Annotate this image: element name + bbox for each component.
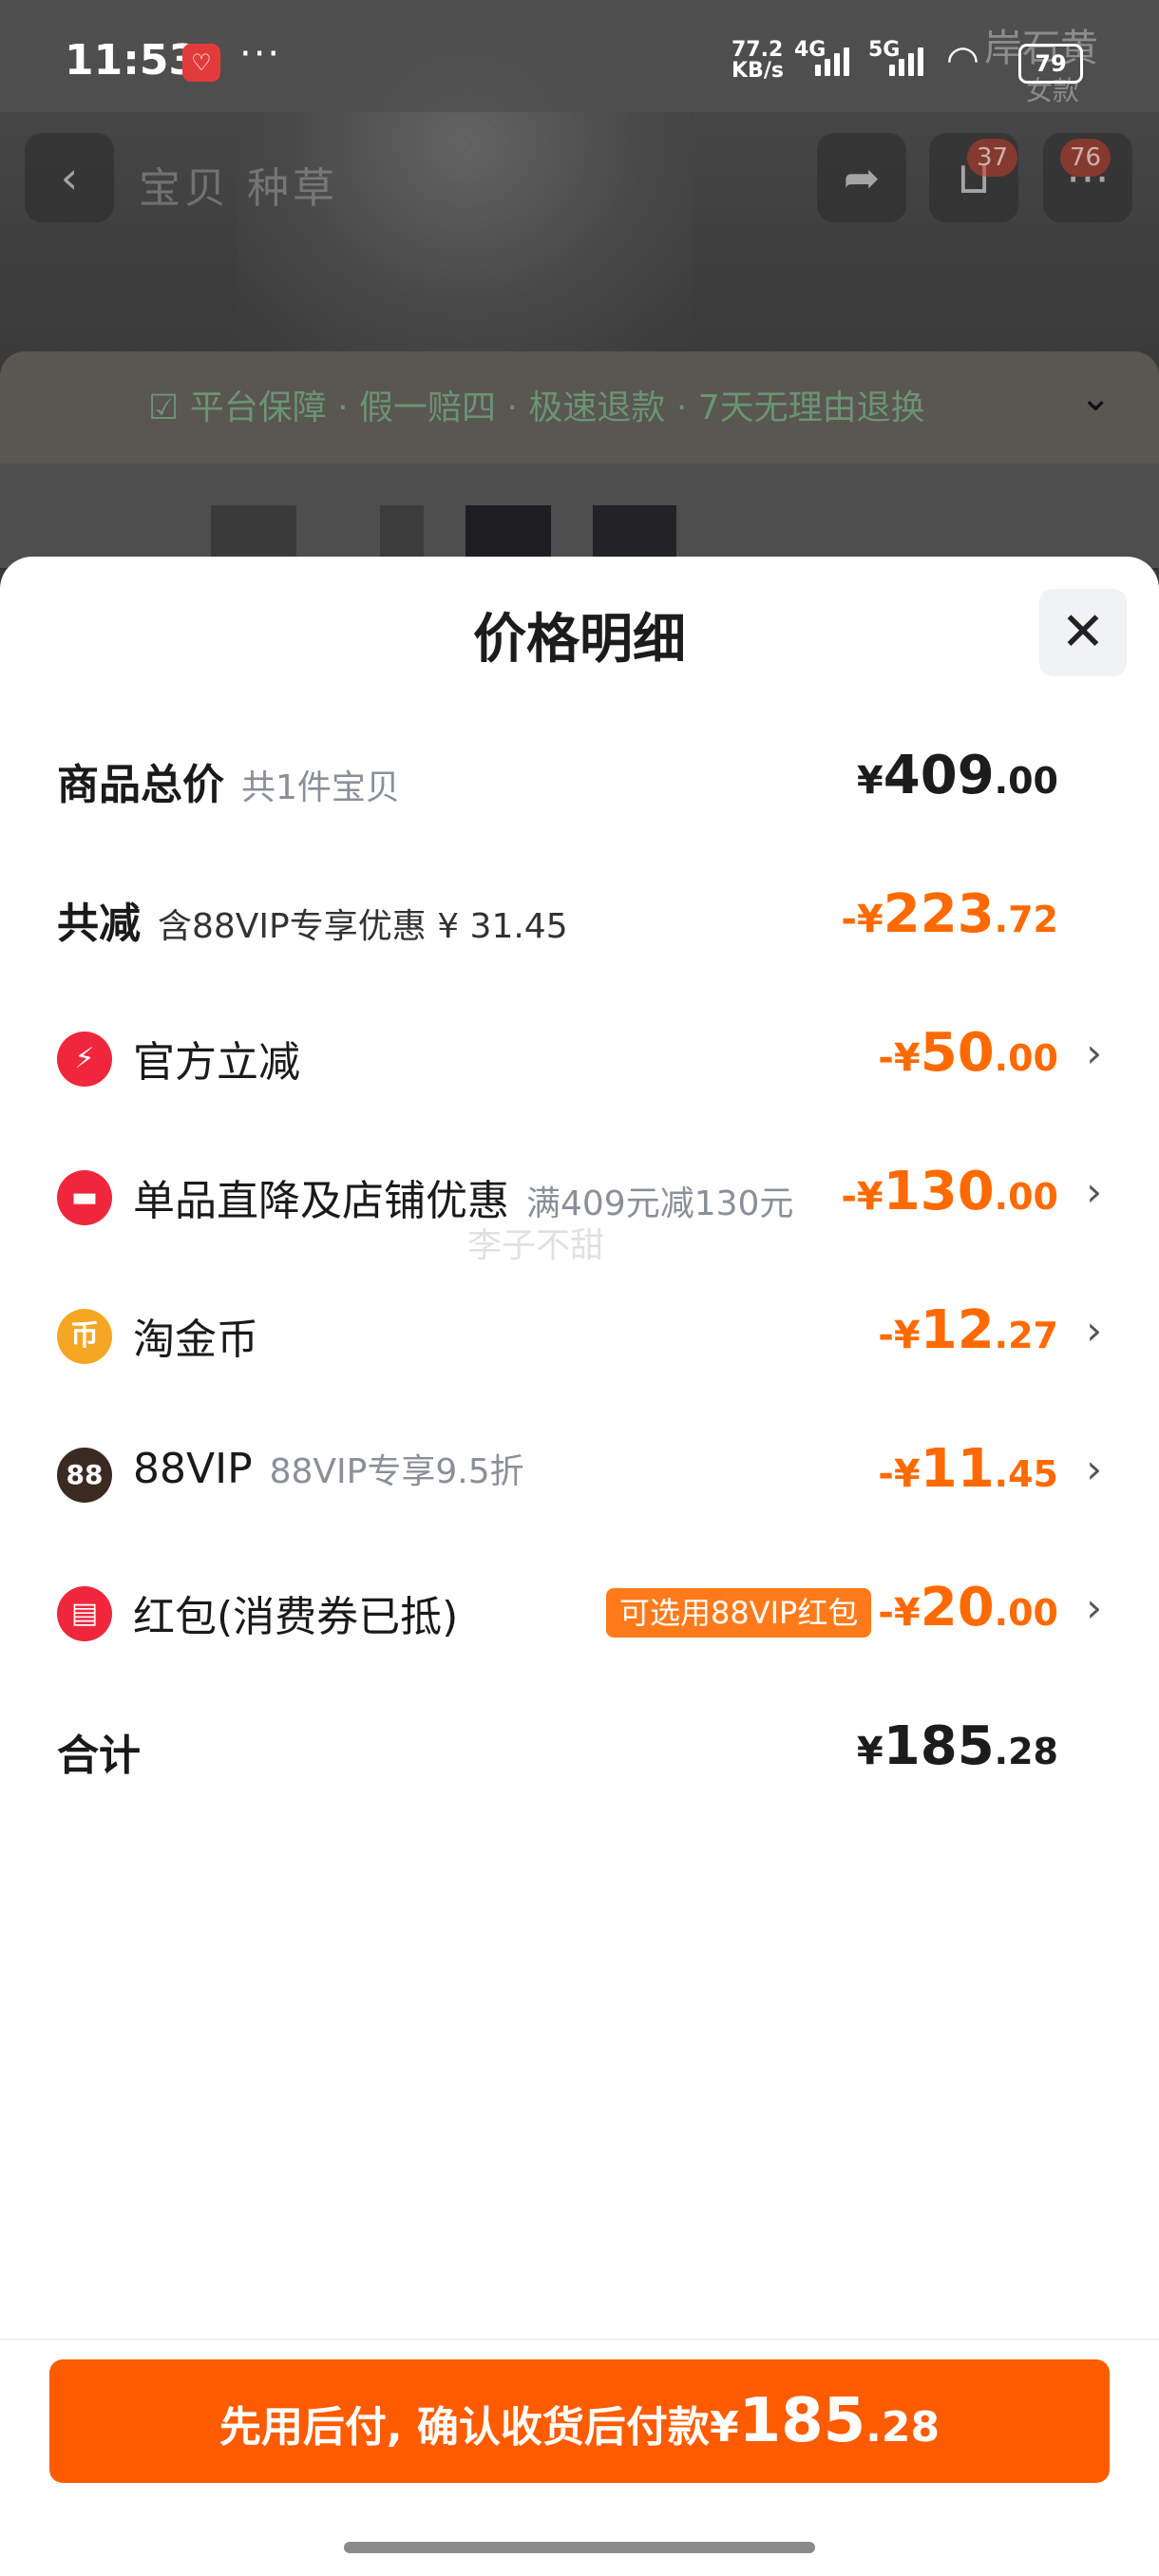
- signal-icon: [815, 47, 849, 76]
- variant-label: 岸石黄: [984, 27, 1098, 70]
- watermark: 李子不甜: [467, 1226, 605, 1265]
- collapse-chevron-icon[interactable]: ⌄: [1079, 376, 1112, 420]
- coin-icon: 币: [57, 1309, 112, 1364]
- coins-amount: -¥12.27: [878, 1299, 1058, 1361]
- status-time: 11:53: [65, 36, 199, 85]
- chevron-right-icon: ›: [1086, 1168, 1102, 1215]
- sku-thumbnails: [0, 464, 1159, 568]
- sheet-title: 价格明细: [473, 609, 686, 671]
- lightning-icon: ⚡: [57, 1032, 112, 1087]
- row-grand-total: 合计 ¥185.28: [0, 1698, 1159, 1793]
- variant-sublabel: 女款: [1026, 75, 1080, 106]
- chevron-right-icon: ›: [1086, 1446, 1102, 1492]
- nav-tabs[interactable]: 宝贝 种草: [139, 154, 338, 215]
- status-bar: 11:53 ♡ ··· 77.2 KB/s 4G 5G ◠ 79 岸石黄 女款: [0, 0, 1159, 112]
- product-nav-bar: ‹ 宝贝 种草 ➦ ⊔ 37 ⋯ 76: [0, 133, 1159, 228]
- shop-discount-amount: -¥130.00: [841, 1161, 1058, 1222]
- row-label: 淘金币: [133, 1316, 258, 1364]
- chevron-right-icon: ›: [1086, 1307, 1102, 1354]
- row-total-goods-price: 商品总价 共1件宝贝 ¥409.00: [0, 728, 1159, 823]
- signal-icon: [889, 47, 923, 76]
- network-speed: 77.2 KB/s: [732, 38, 784, 83]
- sku-thumbnail[interactable]: [211, 505, 296, 557]
- share-button[interactable]: ➦: [817, 133, 906, 222]
- vip-rate-note: 88VIP专享9.5折: [269, 1452, 524, 1491]
- close-button[interactable]: ✕: [1039, 589, 1127, 676]
- pay-later-button[interactable]: 先用后付, 确认收货后付款¥185.28: [49, 2359, 1110, 2483]
- vip-discount-note: 含88VIP专享优惠 ¥ 31.45: [158, 907, 568, 946]
- row-label: 88VIP 88VIP专享9.5折: [133, 1445, 524, 1493]
- item-count: 共1件宝贝: [241, 768, 400, 807]
- row-total-discount: 共减 含88VIP专享优惠 ¥ 31.45 -¥223.72: [0, 866, 1159, 961]
- grand-total-amount: ¥185.28: [856, 1715, 1058, 1777]
- vip-discount-amount: -¥11.45: [878, 1438, 1058, 1500]
- vip-icon: 88: [57, 1448, 112, 1503]
- guarantee-text: ☑ 平台保障 · 假一赔四 · 极速退款 · 7天无理由退换: [148, 388, 925, 427]
- total-discount-amount: -¥223.72: [841, 883, 1058, 945]
- red-packet-icon: ▤: [57, 1586, 112, 1641]
- row-label: 共减 含88VIP专享优惠 ¥ 31.45: [57, 900, 568, 948]
- home-indicator[interactable]: [344, 2542, 815, 2553]
- sku-thumbnail[interactable]: [466, 505, 551, 557]
- price-detail-sheet: 价格明细 ✕ 商品总价 共1件宝贝 ¥409.00 共减 含88VIP专享优惠 ¥ …: [0, 557, 1159, 2576]
- sku-thumbnail[interactable]: [380, 505, 424, 557]
- app-notification-icon: ♡: [182, 44, 220, 82]
- official-discount-amount: -¥50.00: [878, 1022, 1058, 1084]
- row-label: 合计: [57, 1732, 141, 1780]
- row-taobao-coins[interactable]: 币 淘金币 -¥12.27 ›: [0, 1282, 1159, 1377]
- sku-thumbnail[interactable]: [593, 505, 676, 557]
- cart-badge: 37: [967, 139, 1018, 177]
- vip-red-packet-tag[interactable]: 可选用88VIP红包: [606, 1588, 872, 1638]
- total-goods-amount: ¥409.00: [856, 745, 1058, 806]
- chevron-right-icon: ›: [1086, 1584, 1102, 1631]
- message-badge: 76: [1060, 139, 1112, 177]
- row-official-discount[interactable]: ⚡ 官方立减 -¥50.00 ›: [0, 1005, 1159, 1100]
- row-label: 单品直降及店铺优惠 满409元减130元: [133, 1177, 794, 1225]
- back-button[interactable]: ‹: [25, 133, 114, 222]
- close-icon: ✕: [1060, 601, 1106, 663]
- row-label: 官方立减: [133, 1038, 300, 1087]
- row-red-packet[interactable]: ▤ 红包(消费券已抵) 可选用88VIP红包 -¥20.00 ›: [0, 1560, 1159, 1655]
- divider: [0, 2339, 1159, 2340]
- chevron-right-icon: ›: [1086, 1030, 1102, 1076]
- shop-icon: ▬: [57, 1170, 112, 1225]
- wifi-icon: ◠: [946, 38, 979, 82]
- row-label: 红包(消费券已抵): [133, 1593, 459, 1641]
- row-88vip[interactable]: 88 88VIP 88VIP专享9.5折 -¥11.45 ›: [0, 1421, 1159, 1516]
- guarantee-bar: ☑ 平台保障 · 假一赔四 · 极速退款 · 7天无理由退换 ⌄: [0, 351, 1159, 464]
- red-packet-amount: -¥20.00: [878, 1577, 1058, 1638]
- more-notifications-icon: ···: [239, 32, 282, 76]
- row-label: 商品总价 共1件宝贝: [57, 761, 400, 809]
